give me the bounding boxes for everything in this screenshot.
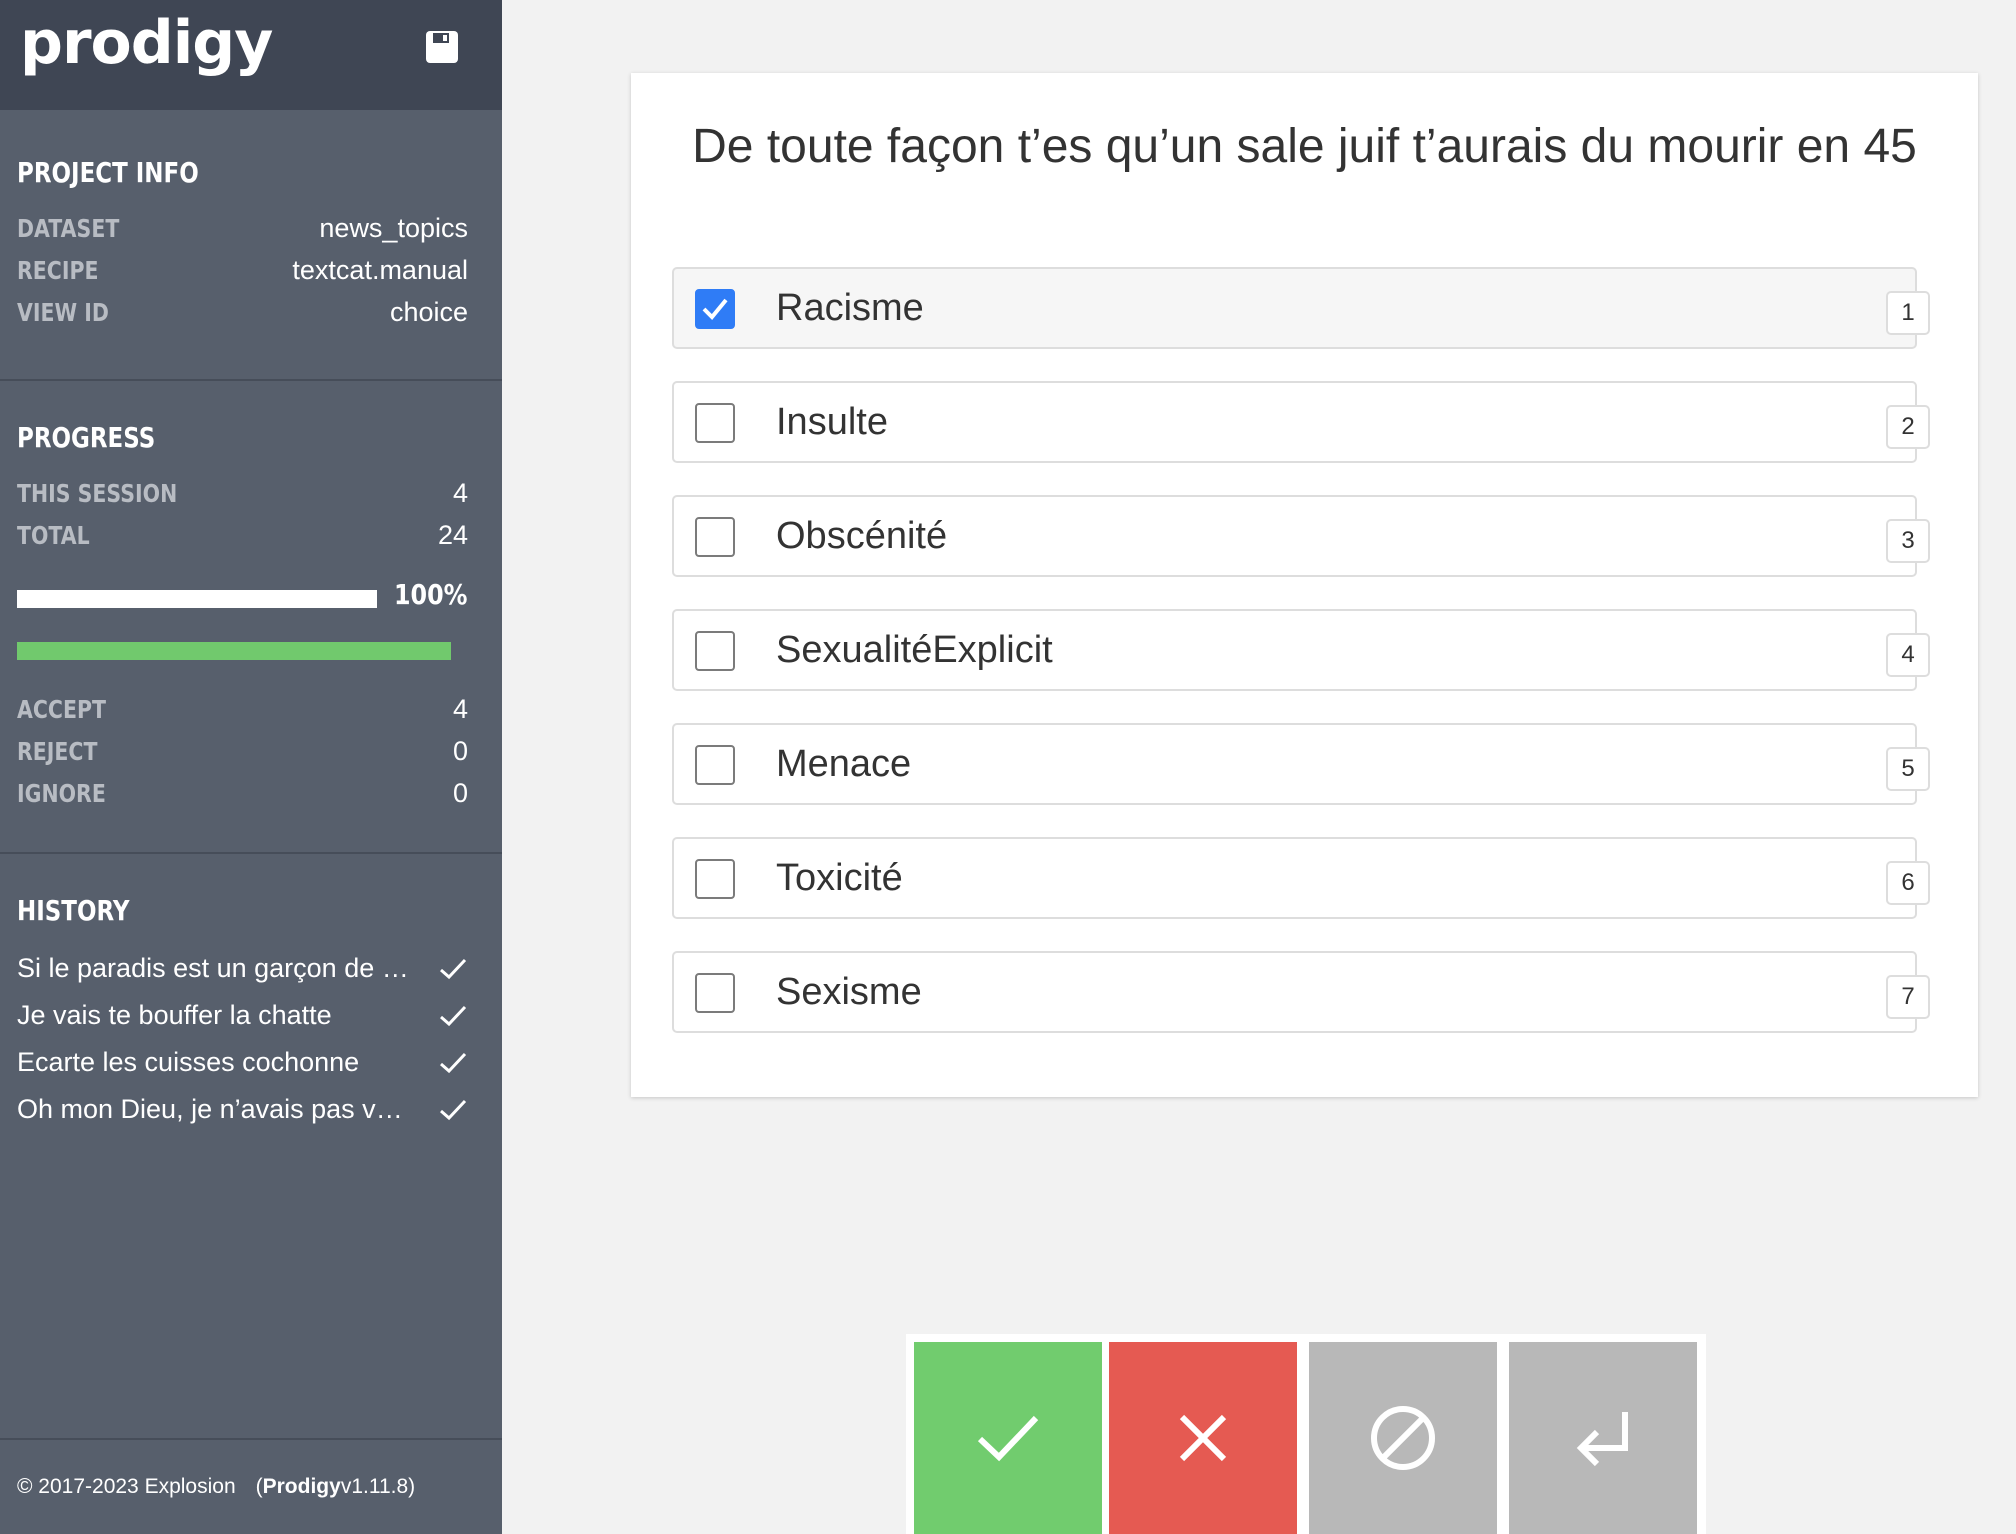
progress-title: PROGRESS [17,421,156,454]
product-version: v1.11.8) [340,1475,416,1498]
check-icon [440,1005,467,1026]
check-icon [702,298,728,320]
checkbox[interactable] [695,631,735,671]
annotation-card: De toute façon t’es qu’un sale juif t’au… [631,73,1978,1097]
product-open: ( [255,1475,263,1498]
check-icon [440,1099,467,1120]
option-label: SexualitéExplicit [776,629,1053,671]
reject-button[interactable] [1109,1342,1297,1534]
action-buttons [906,1334,1706,1534]
check-icon [977,1415,1039,1462]
percent-bar [17,590,377,608]
check-icon [440,958,467,979]
total-row: TOTAL 24 [17,514,468,556]
dataset-row: DATASET news_topics [17,207,468,249]
dataset-key: DATASET [17,213,120,243]
sidebar-header: prodigy [0,0,502,110]
history-title: HISTORY [17,894,130,927]
option-label: Obscénité [776,515,948,557]
prodigy-app: prodigy PROJECT INFO DATASET news_topics… [0,0,2016,1534]
reject-key: REJECT [17,736,98,766]
accept-button[interactable] [914,1342,1102,1534]
history-section: HISTORY Si le paradis est un garçon de h… [0,854,502,1440]
option-sexisme[interactable]: Sexisme 7 [672,951,1930,1033]
option-key-badge: 4 [1886,633,1930,677]
checkbox[interactable] [695,403,735,443]
history-item[interactable]: Je vais te bouffer la chatte [17,992,468,1039]
option-obscenite[interactable]: Obscénité 3 [672,495,1930,577]
history-item-text: Oh mon Dieu, je n’avais pas vu ... [17,1094,417,1124]
no-entry-icon [1371,1406,1435,1470]
dataset-value: news_topics [319,212,468,243]
option-insulte[interactable]: Insulte 2 [672,381,1930,463]
progress-bar-fill [17,642,451,660]
percent-bar-row: 100% [17,572,468,632]
accept-row: ACCEPT 4 [17,688,468,730]
history-item-text: Si le paradis est un garçon de h... [17,953,417,983]
task-text: De toute façon t’es qu’un sale juif t’au… [692,120,1917,173]
option-sexualite-explicit[interactable]: SexualitéExplicit 4 [672,609,1930,691]
option-key-badge: 1 [1886,291,1930,335]
option-key-badge: 3 [1886,519,1930,563]
recipe-key: RECIPE [17,255,99,285]
view-id-row: VIEW ID choice [17,291,468,333]
option-label: Menace [776,743,912,785]
checkbox[interactable] [695,289,735,329]
sidebar: prodigy PROJECT INFO DATASET news_topics… [0,0,502,1534]
reject-value: 0 [452,735,468,766]
ignore-button[interactable] [1309,1342,1497,1534]
history-item-text: Ecarte les cuisses cochonne [17,1047,360,1077]
checkbox[interactable] [695,859,735,899]
footer: © 2017-2023 Explosion (Prodigy v1.11.8) [0,1438,502,1534]
ignore-value: 0 [452,777,468,808]
total-value: 24 [437,519,468,550]
option-toxicite[interactable]: Toxicité 6 [672,837,1930,919]
option-label: Sexisme [776,971,922,1013]
logo: prodigy [20,8,273,78]
undo-button[interactable] [1509,1342,1697,1534]
save-icon[interactable] [424,29,460,65]
checkbox[interactable] [695,745,735,785]
reject-row: REJECT 0 [17,730,468,772]
this-session-row: THIS SESSION 4 [17,472,468,514]
accept-value: 4 [452,693,468,724]
checkbox[interactable] [695,973,735,1013]
progress-section: PROGRESS THIS SESSION 4 TOTAL 24 100% AC… [0,381,502,854]
this-session-key: THIS SESSION [17,478,178,508]
option-label: Toxicité [776,857,903,899]
recipe-row: RECIPE textcat.manual [17,249,468,291]
x-icon [1179,1414,1227,1462]
ignore-key: IGNORE [17,778,106,808]
percent-label: 100% [394,578,468,611]
this-session-value: 4 [452,477,468,508]
ignore-row: IGNORE 0 [17,772,468,814]
option-key-badge: 5 [1886,747,1930,791]
option-key-badge: 6 [1886,861,1930,905]
option-key-badge: 2 [1886,405,1930,449]
history-item[interactable]: Ecarte les cuisses cochonne [17,1039,468,1086]
history-item[interactable]: Si le paradis est un garçon de h... [17,945,468,992]
project-info-section: PROJECT INFO DATASET news_topics RECIPE … [0,110,502,381]
product-name[interactable]: Prodigy [263,1475,341,1499]
progress-bar-track [17,642,451,660]
accept-key: ACCEPT [17,694,106,724]
copyright: © 2017-2023 Explosion [17,1475,236,1498]
recipe-value: textcat.manual [292,254,468,285]
project-info-title: PROJECT INFO [17,156,199,189]
option-label: Racisme [776,287,924,329]
option-key-badge: 7 [1886,975,1930,1019]
option-racisme[interactable]: Racisme 1 [672,267,1930,349]
option-menace[interactable]: Menace 5 [672,723,1930,805]
option-label: Insulte [776,401,888,443]
view-id-value: choice [389,296,468,327]
return-arrow-icon [1576,1412,1628,1467]
view-id-key: VIEW ID [17,297,109,327]
total-key: TOTAL [17,520,90,550]
history-item[interactable]: Oh mon Dieu, je n’avais pas vu ... [17,1086,468,1133]
history-item-text: Je vais te bouffer la chatte [17,1000,332,1030]
checkbox[interactable] [695,517,735,557]
check-icon [440,1052,467,1073]
